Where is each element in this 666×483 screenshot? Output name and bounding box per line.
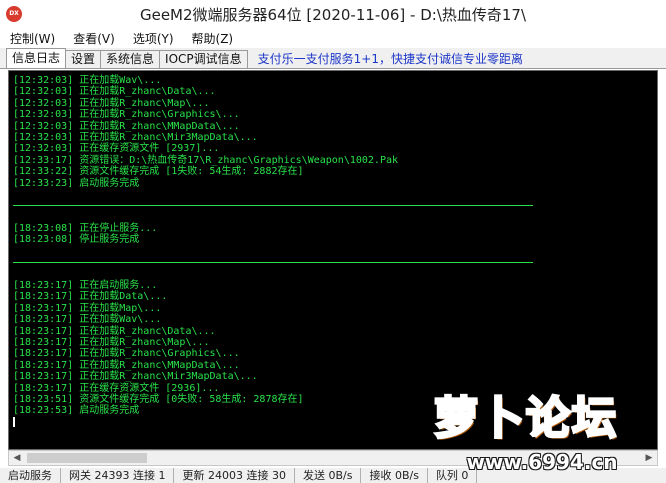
menu-control[interactable]: 控制(W) xyxy=(0,30,63,47)
log-line: [12:32:03] 正在加载R_zhanc\Graphics\... xyxy=(13,109,240,121)
status-service: 启动服务 xyxy=(0,468,61,483)
tab-settings[interactable]: 设置 xyxy=(65,50,102,68)
log-line: [18:23:17] 正在加载Data\... xyxy=(13,291,168,303)
status-send: 发送 0B/s xyxy=(295,468,362,483)
log-line: [12:33:22] 资源文件缓存完成 [1失败: 54生成: 2882存在] xyxy=(13,166,304,178)
log-line: [12:32:03] 正在缓存资源文件 [2937]... xyxy=(13,143,220,155)
menu-options[interactable]: 选项(Y) xyxy=(123,30,182,47)
tab-bar: 信息日志 设置 系统信息 IOCP调试信息 支付乐一支付服务1+1，快捷支付诚信… xyxy=(0,48,666,69)
title-bar: DX GeeM2微端服务器64位 [2020-11-06] - D:\热血传奇1… xyxy=(0,0,666,28)
window-title: GeeM2微端服务器64位 [2020-11-06] - D:\热血传奇17\ xyxy=(139,6,527,24)
tab-iocp-debug[interactable]: IOCP调试信息 xyxy=(159,50,248,68)
tab-system-info[interactable]: 系统信息 xyxy=(100,50,161,68)
watermark-url: www.6994.cn xyxy=(466,450,618,474)
menu-bar: 控制(W) 查看(V) 选项(Y) 帮助(Z) xyxy=(0,28,666,48)
status-update: 更新 24003 连接 30 xyxy=(174,468,295,483)
watermark-logo-text: 萝卜论坛 xyxy=(433,392,618,446)
log-line: [12:32:03] 正在加载R_zhanc\Map\... xyxy=(13,97,210,109)
watermark-logo: 萝卜论坛 www.6994.cn xyxy=(422,380,662,480)
log-line: [18:23:17] 正在加载R_zhanc\Map\... xyxy=(13,336,210,348)
log-line: [18:23:08] 停止服务完成 xyxy=(13,234,140,246)
log-line: [18:23:17] 正在加载R_zhanc\MMapData\... xyxy=(13,359,240,371)
menu-help[interactable]: 帮助(Z) xyxy=(182,30,242,47)
status-receive: 接收 0B/s xyxy=(361,468,428,483)
ad-link[interactable]: 支付乐一支付服务1+1，快捷支付诚信专业零距离 xyxy=(258,50,523,68)
log-line: [18:23:17] 正在加载R_zhanc\Data\... xyxy=(13,325,216,337)
log-line: [12:32:03] 正在加载Wav\... xyxy=(13,75,162,86)
status-gateway: 网关 24393 连接 1 xyxy=(61,468,175,483)
log-line: [12:32:03] 正在加载R_zhanc\Mir3MapData\... xyxy=(13,131,258,143)
log-line: [18:23:17] 正在加载Wav\... xyxy=(13,314,162,326)
log-line: [18:23:08] 正在停止服务... xyxy=(13,223,158,235)
log-line: [12:32:03] 正在加载R_zhanc\MMapData\... xyxy=(13,120,240,132)
log-line: [12:33:17] 资源错误：D:\热血传奇17\R_zhanc\Graphi… xyxy=(13,154,399,166)
scroll-left-icon[interactable]: ◀ xyxy=(9,451,25,465)
scroll-thumb[interactable] xyxy=(27,453,147,463)
log-separator xyxy=(13,200,643,211)
log-line: [12:32:03] 正在加载R_zhanc\Data\... xyxy=(13,86,216,98)
tab-info-log[interactable]: 信息日志 xyxy=(6,48,67,68)
caret-icon xyxy=(13,416,15,427)
menu-view[interactable]: 查看(V) xyxy=(63,30,123,47)
log-separator xyxy=(13,257,643,268)
log-line: [18:23:17] 正在启动服务... xyxy=(13,280,158,292)
log-lines: [12:32:03] 正在加载Wav\... [12:32:03] 正在加载R_z… xyxy=(13,75,643,428)
log-line: [12:33:23] 启动服务完成 xyxy=(13,177,140,189)
log-line: [18:23:17] 正在加载R_zhanc\Graphics\... xyxy=(13,348,240,360)
log-line: [18:23:17] 正在加载Map\... xyxy=(13,302,162,314)
